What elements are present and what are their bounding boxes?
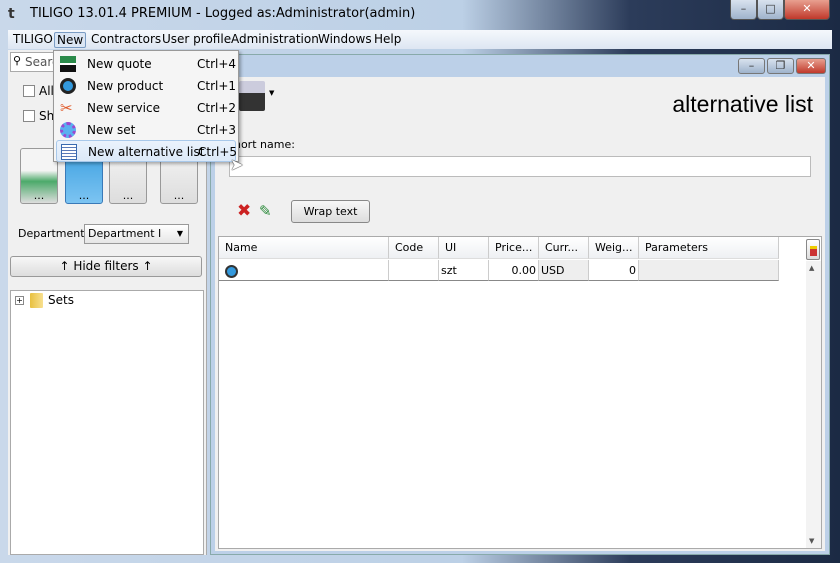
menu-help[interactable]: Help [372,32,403,48]
folder-icon [30,293,43,308]
scroll-up-icon[interactable]: ▲ [809,264,814,272]
menu-contractors[interactable]: Contractors [89,32,163,48]
mouse-cursor-icon: ➤ [230,155,244,174]
list-icon [61,144,77,160]
column-header-code[interactable]: Code [389,237,439,259]
menu-new[interactable]: New [54,32,87,48]
chevron-down-icon: ▼ [176,229,183,238]
short-name-input[interactable] [229,156,811,177]
child-close-button[interactable]: ✕ [796,58,826,74]
menu-tiligo[interactable]: TILIGO [11,32,55,48]
scroll-down-icon[interactable]: ▼ [809,537,814,545]
product-gear-icon [60,78,76,94]
department-label: Department: [18,227,89,240]
menu-bar: TILIGO New Contractors User profile Admi… [8,30,832,49]
product-gear-icon [225,264,238,278]
cell-parameters [639,260,779,281]
service-tools-icon: ✂ [60,99,73,117]
search-icon: ⚲ [13,54,22,67]
cell-ui: szt [439,260,489,281]
column-header-parameters[interactable]: Parameters [639,237,779,259]
maximize-button[interactable]: □ [757,0,784,20]
cell-price: 0.00 [489,260,539,281]
sets-tree: + Sets [10,290,204,555]
department-select[interactable]: Department I ▼ [84,224,189,244]
column-chooser-icon[interactable] [806,239,820,260]
column-header-weight[interactable]: Weig... [589,237,639,259]
menu-item-new-alternative-list[interactable]: New alternative list Ctrl+5 [56,140,237,162]
new-menu-dropdown: New quote Ctrl+4 New product Ctrl+1 ✂ New s… [53,50,239,162]
delete-icon[interactable]: ✖ [237,201,251,221]
wrap-text-button[interactable]: Wrap text [291,200,370,223]
checkbox-2[interactable] [23,110,35,122]
column-header-currency[interactable]: Curr... [539,237,589,259]
tree-expander[interactable]: + [15,296,24,305]
cell-weight: 0 [589,260,639,281]
menu-user-profile[interactable]: User profile [160,32,233,48]
app-logo-icon: t [8,6,15,22]
window-title: TILIGO 13.01.4 PREMIUM - Logged as:Admin… [30,6,416,21]
quote-icon [60,56,76,72]
alternative-list-window: – ❐ ✕ ▼ alternative list Short name: ✖ ✎… [210,54,830,555]
menu-item-new-product[interactable]: New product Ctrl+1 [56,75,236,97]
minimize-button[interactable]: – [730,0,757,20]
checkbox-1[interactable] [23,85,35,97]
close-button[interactable]: ✕ [784,0,830,20]
set-gear-icon [60,122,76,138]
edit-pencil-icon[interactable]: ✎ [259,202,272,220]
menu-administration[interactable]: Administration [229,32,321,48]
page-title: alternative list [672,91,813,117]
save-dropdown-icon[interactable]: ▼ [269,89,274,97]
column-header-price[interactable]: Price... [489,237,539,259]
department-value: Department I [88,227,162,240]
hide-filters-button[interactable]: ↑ Hide filters ↑ [10,256,202,277]
vertical-scrollbar[interactable]: ▲ ▼ [806,261,821,548]
child-restore-button[interactable]: ❐ [767,58,794,74]
items-table: Name Code UI Price... Curr... Weig... Pa… [218,236,822,549]
cell-code [389,260,439,281]
column-header-name[interactable]: Name [219,237,389,259]
menu-windows[interactable]: Windows [316,32,374,48]
menu-item-new-set[interactable]: New set Ctrl+3 [56,119,236,141]
child-minimize-button[interactable]: – [738,58,765,74]
menu-item-new-service[interactable]: ✂ New service Ctrl+2 [56,97,236,119]
save-icon[interactable] [239,81,265,111]
cell-currency: USD [539,260,589,281]
tree-item-sets[interactable]: Sets [48,293,74,307]
column-header-ui[interactable]: UI [439,237,489,259]
menu-item-new-quote[interactable]: New quote Ctrl+4 [56,53,236,75]
cell-name [219,260,389,281]
